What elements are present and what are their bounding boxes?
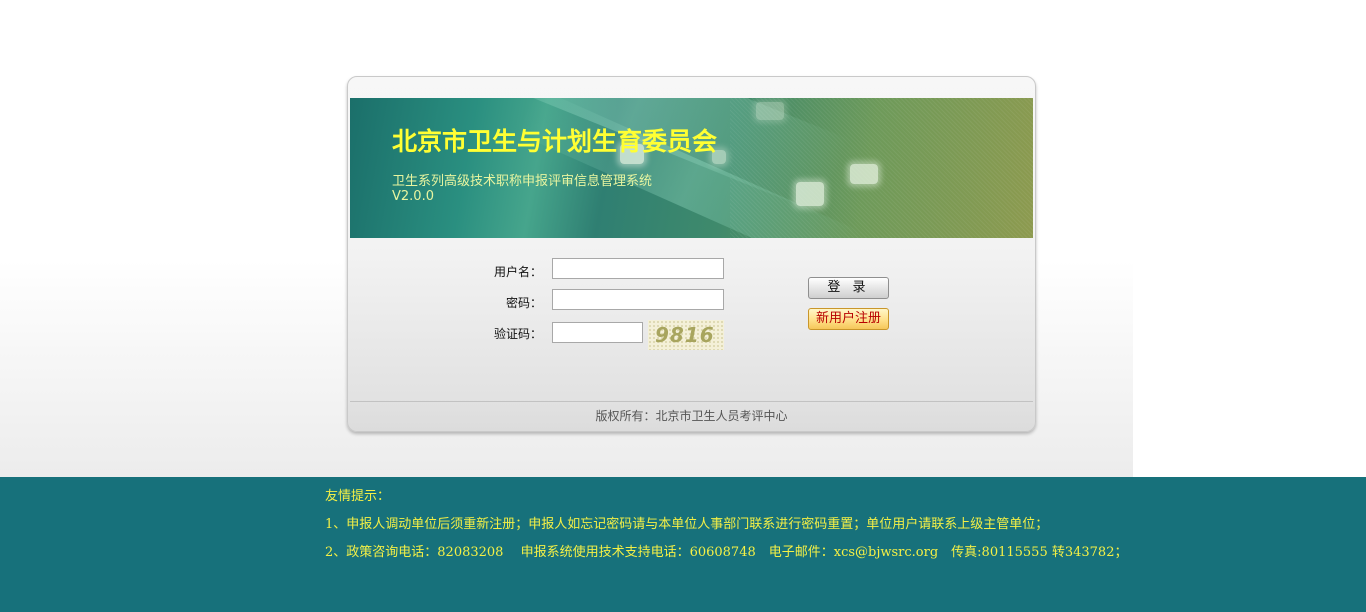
system-version: V2.0.0	[392, 189, 434, 204]
copyright-text: 版权所有：北京市卫生人员考评中心	[595, 409, 788, 423]
password-input[interactable]	[552, 289, 724, 310]
header-banner: 北京市卫生与计划生育委员会 卫生系列高级技术职称申报评审信息管理系统 V2.0.…	[350, 98, 1033, 238]
banner-decoration-square	[850, 164, 878, 184]
banner-decoration-square	[756, 102, 784, 120]
tip-line-2: 2、政策咨询电话：82083208 申报系统使用技术支持电话：60608748 …	[325, 545, 1128, 560]
system-subtitle: 卫生系列高级技术职称申报评审信息管理系统	[392, 174, 653, 189]
password-label: 密码：	[505, 296, 542, 310]
tips-heading: 友情提示：	[325, 489, 391, 504]
register-button[interactable]: 新用户注册	[808, 308, 889, 330]
system-title: 北京市卫生与计划生育委员会	[392, 127, 718, 156]
tip-line-1: 1、申报人调动单位后须重新注册；申报人如忘记密码请与本单位人事部门联系进行密码重…	[325, 517, 1049, 532]
username-input[interactable]	[552, 258, 724, 279]
tips-section: 友情提示： 1、申报人调动单位后须重新注册；申报人如忘记密码请与本单位人事部门联…	[0, 477, 1366, 612]
login-page: 北京市卫生与计划生育委员会 卫生系列高级技术职称申报评审信息管理系统 V2.0.…	[0, 0, 1366, 612]
login-button[interactable]: 登 录	[808, 277, 889, 299]
captcha-image[interactable]: 9816	[648, 320, 724, 350]
footer-divider	[350, 401, 1033, 402]
login-panel: 北京市卫生与计划生育委员会 卫生系列高级技术职称申报评审信息管理系统 V2.0.…	[347, 76, 1036, 432]
background-right-panel	[1133, 0, 1366, 477]
captcha-label: 验证码：	[493, 327, 542, 341]
banner-decoration-square	[796, 182, 824, 206]
username-label: 用户名：	[493, 265, 542, 279]
captcha-input[interactable]	[552, 322, 643, 343]
